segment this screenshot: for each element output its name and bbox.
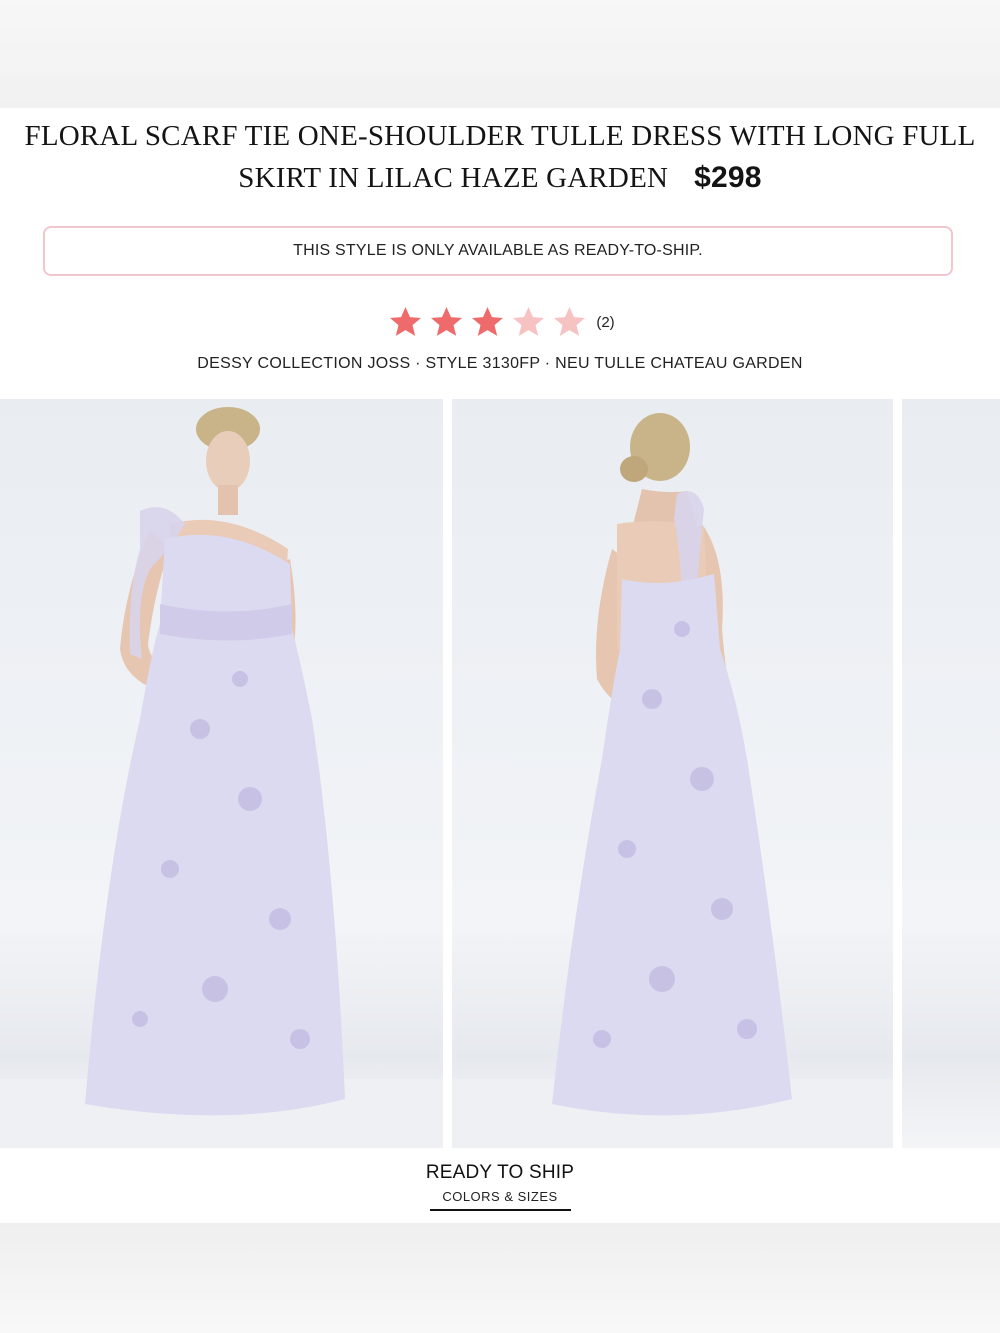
star-empty-icon [554,307,586,336]
gallery-image-third[interactable] [902,399,1000,1148]
tab-title: READY TO SHIP [425,1162,575,1183]
review-count[interactable]: (2) [596,314,614,331]
star-filled-icon [431,307,463,336]
tab-underline [429,1209,571,1211]
bottom-blur-strip [0,1223,1000,1333]
star-filled-icon [472,307,504,336]
notice-text: THIS STYLE IS ONLY AVAILABLE AS READY-TO… [293,242,703,259]
model-front-illustration [0,407,443,1148]
ready-to-ship-notice: THIS STYLE IS ONLY AVAILABLE AS READY-TO… [43,226,953,276]
star-filled-icon [390,307,422,336]
star-empty-icon [513,307,545,336]
gallery-image-front[interactable] [0,399,443,1148]
product-price: $298 [694,161,762,194]
style-details: DESSY COLLECTION JOSS · STYLE 3130FP · N… [197,355,803,372]
stars [385,306,590,339]
tab-subtitle: COLORS & SIZES [442,1189,558,1204]
top-blur-strip [0,0,1000,108]
star-rating[interactable]: (2) [0,306,1000,339]
product-title: FLORAL SCARF TIE ONE-SHOULDER TULLE DRES… [0,116,1000,199]
image-gallery[interactable] [0,399,1000,1148]
ready-to-ship-tab[interactable]: READY TO SHIP COLORS & SIZES [0,1162,1000,1211]
product-name: FLORAL SCARF TIE ONE-SHOULDER TULLE DRES… [24,120,976,194]
product-page: FLORAL SCARF TIE ONE-SHOULDER TULLE DRES… [0,108,1000,1223]
model-back-illustration [452,413,893,1148]
gallery-image-back[interactable] [452,399,893,1148]
